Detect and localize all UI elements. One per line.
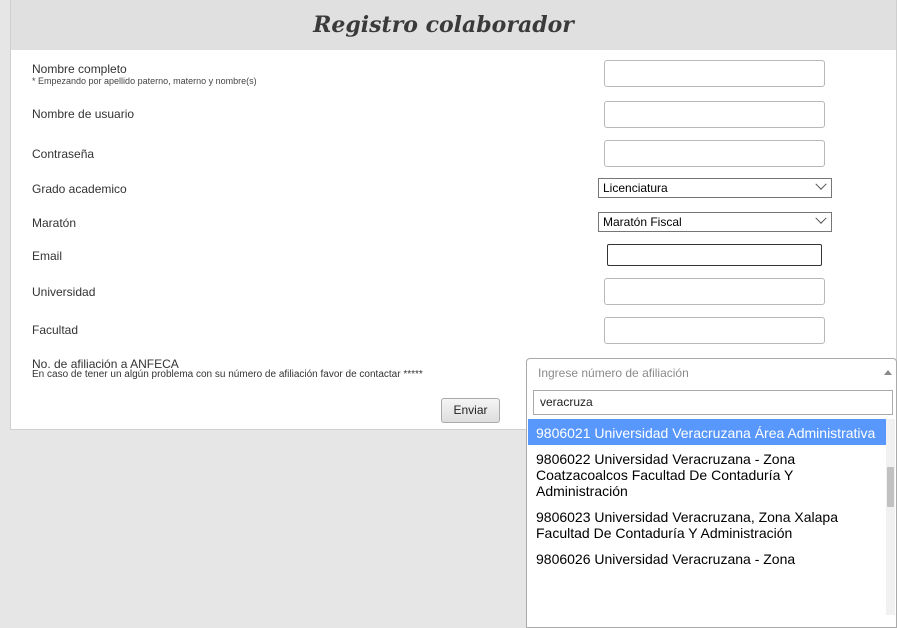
afiliacion-select[interactable]: Ingrese número de afiliación: [526, 358, 897, 388]
dropdown-results: 9806021 Universidad Veracruzana Área Adm…: [528, 419, 886, 627]
grado-selected-value: Licenciatura: [603, 181, 668, 195]
label-grado: Grado academico: [32, 182, 127, 196]
facultad-input[interactable]: [604, 317, 825, 344]
dropdown-option[interactable]: 9806022 Universidad Veracruzana - Zona C…: [528, 445, 886, 503]
label-facultad: Facultad: [32, 323, 79, 337]
chevron-up-icon: [884, 370, 892, 375]
chevron-down-icon: [815, 212, 827, 224]
scrollbar-thumb[interactable]: [887, 467, 894, 507]
hint-nombre-completo: * Empezando por apellido paterno, matern…: [32, 76, 257, 86]
afiliacion-dropdown: veracruza 9806021 Universidad Veracruzan…: [526, 388, 897, 628]
label-contrasena: Contraseña: [32, 147, 95, 161]
nombre-completo-input[interactable]: [604, 60, 825, 87]
usuario-input[interactable]: [604, 101, 825, 128]
enviar-button[interactable]: Enviar: [441, 398, 500, 423]
dropdown-scrollbar[interactable]: [886, 419, 895, 615]
dropdown-option[interactable]: 9806021 Universidad Veracruzana Área Adm…: [528, 419, 886, 445]
maraton-select[interactable]: Maratón Fiscal: [598, 212, 832, 232]
universidad-input[interactable]: [604, 278, 825, 305]
contrasena-input[interactable]: [604, 140, 825, 167]
hint-afiliacion: En caso de tener un algún problema con s…: [32, 369, 423, 380]
chevron-down-icon: [815, 178, 827, 190]
label-nombre-completo: Nombre completo: [32, 62, 127, 76]
label-email: Email: [32, 249, 63, 263]
label-usuario: Nombre de usuario: [32, 107, 135, 121]
panel-header: Registro colaborador: [11, 0, 896, 50]
page-title: Registro colaborador: [313, 12, 574, 38]
label-universidad: Universidad: [32, 285, 96, 299]
afiliacion-placeholder: Ingrese número de afiliación: [538, 366, 689, 380]
dropdown-search-input[interactable]: veracruza: [533, 390, 893, 415]
dropdown-option[interactable]: 9806023 Universidad Veracruzana, Zona Xa…: [528, 503, 886, 545]
label-maraton: Maratón: [32, 216, 77, 230]
maraton-selected-value: Maratón Fiscal: [603, 215, 682, 229]
grado-select[interactable]: Licenciatura: [598, 178, 832, 198]
dropdown-option[interactable]: 9806026 Universidad Veracruzana - Zona: [528, 545, 886, 571]
email-input[interactable]: [607, 244, 822, 266]
